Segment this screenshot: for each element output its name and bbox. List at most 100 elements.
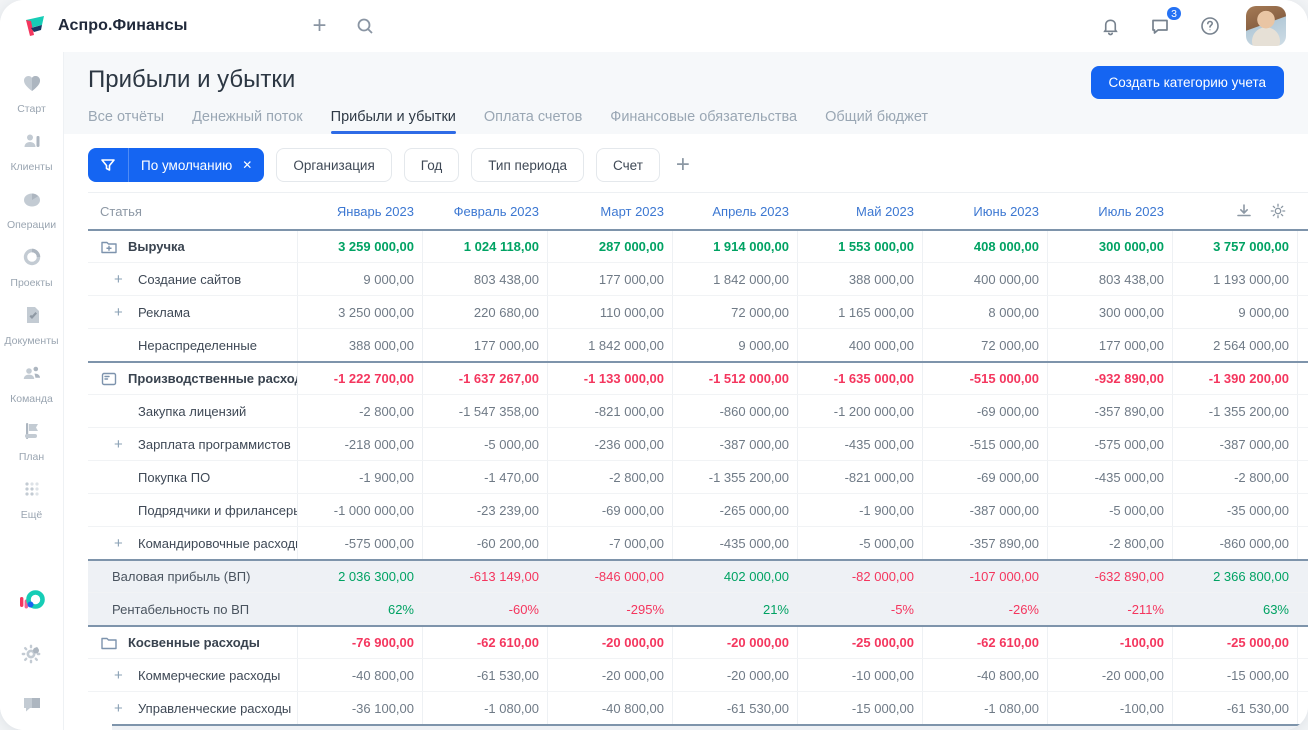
cell-value: -5 000,00 (422, 428, 547, 460)
table-row[interactable]: Подрядчики и фрилансеры -1 000 000,00 -23 … (88, 493, 1308, 526)
table-row[interactable]: + Командировочные расходы -575 000,00 -60 2… (88, 526, 1308, 559)
top-bar: Аспро.Финансы + 3 (0, 0, 1308, 52)
messages-chat-icon[interactable]: 3 (1146, 5, 1183, 40)
tab-cash-flow[interactable]: Денежный поток (192, 109, 303, 134)
tab-total-budget[interactable]: Общий бюджет (825, 109, 928, 134)
row-label: Закупка лицензий (138, 403, 247, 419)
sidebar-item-label: Документы (4, 335, 59, 347)
row-label-cell: Нераспределенные (88, 329, 297, 361)
add-icon[interactable]: + (305, 12, 333, 40)
cell-value: -5 000,00 (1047, 494, 1172, 526)
table-row[interactable]: Валовая прибыль (ВП) 2 036 300,00 -613 149… (88, 559, 1308, 592)
aspro-cloud-logo-icon[interactable] (17, 586, 47, 616)
expand-plus-icon[interactable]: + (114, 436, 138, 453)
team-icon (20, 361, 44, 390)
report-panel: По умолчанию ✕ Организация Год Тип перио… (64, 134, 1308, 730)
sidebar-item-team[interactable]: Команда (0, 354, 64, 412)
table-row[interactable]: Рентабельность по ВП 62% -60% -295% 21% -5% -2… (88, 592, 1308, 625)
column-header-month[interactable]: Апрель 2023 (672, 193, 797, 229)
app-window: Аспро.Финансы + 3 Старт Клиенты Операции… (0, 0, 1308, 730)
cell-value: 388 000,00 (297, 329, 422, 361)
cell-value: 177 000,00 (1047, 329, 1172, 361)
folder-icon[interactable] (100, 634, 118, 652)
table-row[interactable]: Выручка 3 259 000,00 1 024 118,00 287 000,0… (88, 229, 1308, 262)
brand[interactable]: Аспро.Финансы (22, 13, 187, 39)
documents-icon (20, 303, 44, 332)
sidebar-item-operations[interactable]: Операции (0, 180, 64, 238)
tab-invoice-payment[interactable]: Оплата счетов (484, 109, 582, 134)
notifications-bell-icon[interactable] (1096, 12, 1124, 40)
cell-value: -1 637 267,00 (422, 363, 547, 394)
cell-value: 388 000,00 (797, 263, 922, 295)
table-row[interactable]: Косвенные расходы -76 900,00 -62 610,00 -20… (88, 625, 1308, 658)
sidebar-item-plan[interactable]: План (0, 412, 64, 470)
sidebar-item-projects[interactable]: Проекты (0, 238, 64, 296)
folder-plus-icon[interactable] (100, 238, 118, 256)
cell-value: -7 000,00 (547, 527, 672, 559)
add-filter-icon[interactable]: + (672, 153, 694, 177)
sidebar-item-more[interactable]: Ещё (0, 470, 64, 528)
cell-value: -821 000,00 (547, 395, 672, 427)
row-spacer (1297, 231, 1308, 262)
cell-value: -1 355 200,00 (1172, 395, 1297, 427)
column-header-month[interactable]: Июнь 2023 (922, 193, 1047, 229)
user-avatar[interactable] (1246, 6, 1286, 46)
row-spacer (1297, 296, 1308, 328)
column-header-month[interactable]: Март 2023 (547, 193, 672, 229)
remove-filter-icon[interactable]: ✕ (240, 158, 264, 172)
cell-value: -69 000,00 (547, 494, 672, 526)
sidebar-item-clients[interactable]: Клиенты (0, 122, 64, 180)
create-category-button[interactable]: Создать категорию учета (1090, 66, 1284, 99)
cell-value: 3 250 000,00 (297, 296, 422, 328)
filter-chip-organization[interactable]: Организация (276, 148, 392, 182)
cell-value: -10 000,00 (797, 659, 922, 691)
cell-value: -60% (422, 593, 547, 625)
cell-value: -1 390 200,00 (1172, 363, 1297, 394)
expand-plus-icon[interactable]: + (114, 667, 138, 684)
table-row[interactable]: + Зарплата программистов -218 000,00 -5 000… (88, 427, 1308, 460)
default-filter-chip[interactable]: По умолчанию ✕ (88, 148, 265, 182)
cell-value: 287 000,00 (547, 231, 672, 262)
expand-plus-icon[interactable]: + (114, 304, 138, 321)
support-chat-icon[interactable] (20, 692, 44, 716)
expand-plus-icon[interactable]: + (114, 700, 138, 717)
table-row[interactable]: Покупка ПО -1 900,00 -1 470,00 -2 800,00 -1 … (88, 460, 1308, 493)
tab-financial-obligations[interactable]: Финансовые обязательства (610, 109, 797, 134)
tab-all-reports[interactable]: Все отчёты (88, 109, 164, 134)
table-row[interactable]: Нераспределенные 388 000,00 177 000,00 1 84… (88, 328, 1308, 361)
filter-chip-period-type[interactable]: Тип периода (471, 148, 585, 182)
column-header-month[interactable]: Январь 2023 (297, 193, 422, 229)
row-label: Создание сайтов (138, 271, 242, 287)
table-row[interactable]: + Управленческие расходы -36 100,00 -1 080,… (88, 691, 1308, 724)
row-label-cell: + Создание сайтов (88, 263, 297, 295)
cell-value: -575 000,00 (1047, 428, 1172, 460)
column-header-month[interactable]: Февраль 2023 (422, 193, 547, 229)
cell-value: -211% (1047, 593, 1172, 625)
expand-plus-icon[interactable]: + (114, 535, 138, 552)
table-row[interactable]: Закупка лицензий -2 800,00 -1 547 358,00 -8… (88, 394, 1308, 427)
help-icon[interactable] (1196, 12, 1224, 40)
sidebar-item-start[interactable]: Старт (0, 64, 64, 122)
settings-gear-icon[interactable] (20, 642, 44, 666)
search-icon[interactable] (351, 12, 379, 40)
cell-value: -20 000,00 (547, 659, 672, 691)
table-row[interactable]: + Создание сайтов 9 000,00 803 438,00 177 00… (88, 262, 1308, 295)
table-settings-gear-icon[interactable] (1269, 202, 1287, 220)
sidebar-item-documents[interactable]: Документы (0, 296, 64, 354)
table-row[interactable]: + Реклама 3 250 000,00 220 680,00 110 000,00… (88, 295, 1308, 328)
column-header-month[interactable]: Май 2023 (797, 193, 922, 229)
header-spacer (1297, 193, 1308, 229)
download-icon[interactable] (1235, 202, 1253, 220)
cell-value: 803 438,00 (422, 263, 547, 295)
table-row[interactable]: Производственные расходы -1 222 700,00 -1 … (88, 361, 1308, 394)
pl-table-header: Статья Январь 2023 Февраль 2023 Март 202… (88, 192, 1308, 229)
filter-chip-account[interactable]: Счет (596, 148, 660, 182)
folder-lines-icon[interactable] (100, 370, 118, 388)
operations-icon (20, 187, 44, 216)
cell-value: 402 000,00 (672, 561, 797, 592)
expand-plus-icon[interactable]: + (114, 271, 138, 288)
column-header-month[interactable]: Июль 2023 (1047, 193, 1172, 229)
filter-chip-year[interactable]: Год (403, 148, 460, 182)
table-row[interactable]: + Коммерческие расходы -40 800,00 -61 530,0… (88, 658, 1308, 691)
tab-profit-loss[interactable]: Прибыли и убытки (330, 109, 457, 134)
